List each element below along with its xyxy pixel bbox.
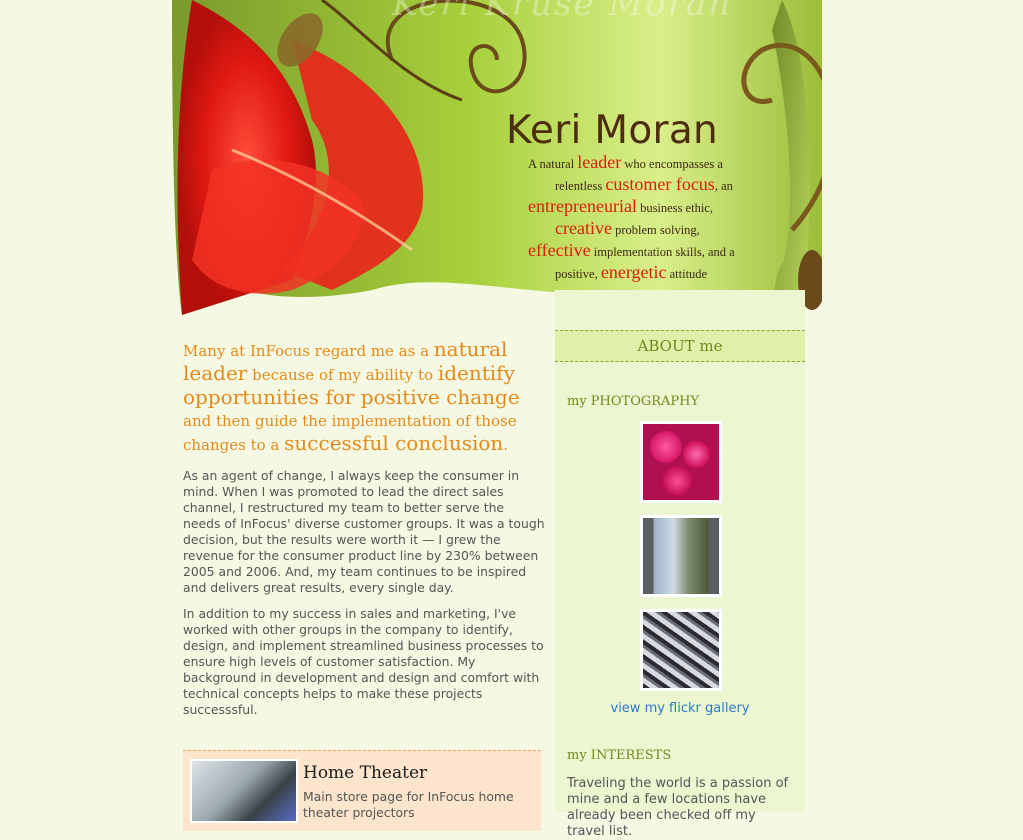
- tagline-text: , an: [714, 179, 733, 193]
- product-thumbnail[interactable]: [190, 759, 298, 823]
- main-content: Many at InFocus regard me as a natural l…: [183, 338, 545, 728]
- sidebar: ABOUT me my PHOTOGRAPHY view my flickr g…: [555, 290, 805, 839]
- intro-emphasis: successful conclusion: [284, 431, 504, 455]
- interests-text: Traveling the world is a passion of mine…: [567, 776, 789, 839]
- tagline-text: A natural: [528, 157, 578, 171]
- body-paragraph-2: In addition to my success in sales and m…: [183, 606, 544, 717]
- about-me-label: ABOUT me: [637, 337, 723, 355]
- product-description: Main store page for InFocus home theater…: [303, 789, 514, 820]
- tagline-highlight: entrepreneurial: [528, 196, 637, 216]
- tagline-highlight: creative: [555, 218, 612, 238]
- tagline-text: implementation skills, and a: [590, 245, 735, 259]
- intro-statement: Many at InFocus regard me as a natural l…: [183, 338, 543, 456]
- tagline-text: who encompasses a: [621, 157, 723, 171]
- tagline-text: positive,: [555, 267, 601, 281]
- stone-ruins-image: [643, 518, 719, 594]
- page-title: Keri Moran: [506, 108, 719, 153]
- flickr-gallery-link[interactable]: view my flickr gallery: [555, 701, 805, 716]
- photo-thumbnail-ruins[interactable]: [640, 515, 722, 597]
- tagline: A natural leader who encompasses a relen…: [528, 152, 764, 284]
- interests-heading: my INTERESTS: [567, 748, 672, 763]
- intro-text: .: [503, 436, 509, 454]
- tagline-text: attitude: [666, 267, 708, 281]
- tagline-text: problem solving,: [611, 223, 700, 237]
- tagline-highlight: customer focus: [605, 174, 715, 194]
- header-banner: Keri Kruse Moran Keri Moran A natural le…: [172, 0, 822, 320]
- body-paragraph-1: As an agent of change, I always keep the…: [183, 468, 545, 595]
- photo-thumbnail-rock[interactable]: [640, 609, 722, 691]
- photo-thumbnail-flowers[interactable]: [640, 421, 722, 503]
- tagline-highlight: effective: [528, 240, 591, 260]
- header-watermark-title: Keri Kruse Moran: [392, 0, 733, 24]
- rock-texture-image: [643, 612, 719, 688]
- product-card-home-theater[interactable]: Home Theater Main store page for InFocus…: [183, 750, 541, 831]
- home-theater-image: [192, 761, 296, 821]
- tagline-highlight: energetic: [600, 262, 667, 282]
- about-me-heading: ABOUT me: [555, 330, 805, 362]
- product-title[interactable]: Home Theater: [303, 763, 427, 783]
- intro-text: because of my ability to: [247, 366, 438, 384]
- photography-heading: my PHOTOGRAPHY: [567, 394, 700, 409]
- tagline-highlight: leader: [577, 152, 622, 172]
- pink-flowers-image: [643, 424, 719, 500]
- tagline-text: relentless: [555, 179, 606, 193]
- intro-text: Many at InFocus regard me as a: [183, 342, 434, 360]
- tagline-text: business ethic,: [636, 201, 713, 215]
